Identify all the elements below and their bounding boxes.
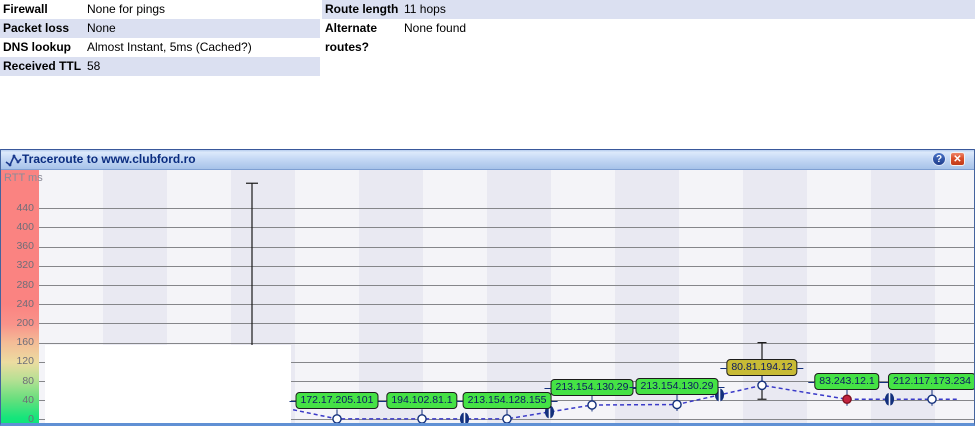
summary-row-packet-loss: Packet lossNone — [0, 19, 320, 38]
hop-point-hop5[interactable] — [418, 415, 426, 423]
help-button[interactable]: ? — [932, 152, 946, 166]
traceroute-window: Traceroute to www.clubford.ro ? ✕ RTT ms… — [0, 149, 975, 426]
hop-ip-label-hop9[interactable]: 80.81.194.12 — [726, 359, 797, 376]
hop-point-hop11[interactable] — [928, 395, 936, 403]
summary-value: None for pings — [87, 0, 165, 19]
summary-row-dns-lookup: DNS lookupAlmost Instant, 5ms (Cached?) — [0, 38, 320, 57]
summary-label: DNS lookup — [0, 38, 87, 57]
hop-ip-label-hop8[interactable]: 213.154.130.29 — [636, 378, 719, 395]
traceroute-titlebar[interactable]: Traceroute to www.clubford.ro ? ✕ — [1, 149, 974, 170]
close-icon[interactable]: ✕ — [950, 152, 965, 166]
hop-point-hop8[interactable] — [673, 400, 681, 408]
summary-row-route-length: Route length11 hops — [322, 0, 975, 19]
hop-ip-label-hop6[interactable]: 213.154.128.155 — [463, 392, 552, 409]
summary-value: 58 — [87, 57, 100, 76]
summary-section: FirewallNone for pingsPacket lossNoneDNS… — [0, 0, 975, 149]
hop-point-hop6[interactable] — [503, 415, 511, 423]
summary-label: Alternate routes? — [322, 19, 404, 57]
window-title: Traceroute to www.clubford.ro — [22, 152, 196, 166]
summary-table-left: FirewallNone for pingsPacket lossNoneDNS… — [0, 0, 320, 76]
summary-row-received-ttl: Received TTL58 — [0, 57, 320, 76]
summary-label: Packet loss — [0, 19, 87, 38]
summary-row-firewall: FirewallNone for pings — [0, 0, 320, 19]
hop-ip-label-hop5[interactable]: 194.102.81.1 — [386, 392, 457, 409]
summary-label: Received TTL — [0, 57, 87, 76]
summary-table-right: Route length11 hopsAlternate routes?None… — [322, 0, 975, 57]
network-report-page: FirewallNone for pingsPacket lossNoneDNS… — [0, 0, 975, 426]
summary-row-alternate-routes: Alternate routes?None found — [322, 19, 975, 57]
summary-label: Route length — [322, 0, 404, 19]
summary-value: 11 hops — [404, 0, 446, 19]
hop-point-hop7[interactable] — [588, 401, 596, 409]
summary-value: None — [87, 19, 116, 38]
summary-value: None found — [404, 19, 466, 38]
summary-label: Firewall — [0, 0, 87, 19]
traceroute-chart: RTT ms 040801201602002402803203604004401… — [1, 170, 974, 423]
hop-point-hop4[interactable] — [333, 415, 341, 423]
hop-ip-label-hop10[interactable]: 83.243.12.1 — [814, 373, 879, 390]
hop-ip-label-hop11[interactable]: 212.117.173.234 — [888, 373, 974, 390]
sparkline-icon — [5, 153, 22, 170]
hop-ip-label-hop4[interactable]: 172.17.205.101 — [296, 392, 379, 409]
blank-overlay-box — [45, 345, 291, 423]
hop-point-hop9[interactable] — [758, 381, 766, 389]
hop-ip-label-hop7[interactable]: 213.154.130.29 — [551, 379, 634, 396]
summary-value: Almost Instant, 5ms (Cached?) — [87, 38, 252, 57]
hop-point-hop10[interactable] — [843, 395, 851, 403]
